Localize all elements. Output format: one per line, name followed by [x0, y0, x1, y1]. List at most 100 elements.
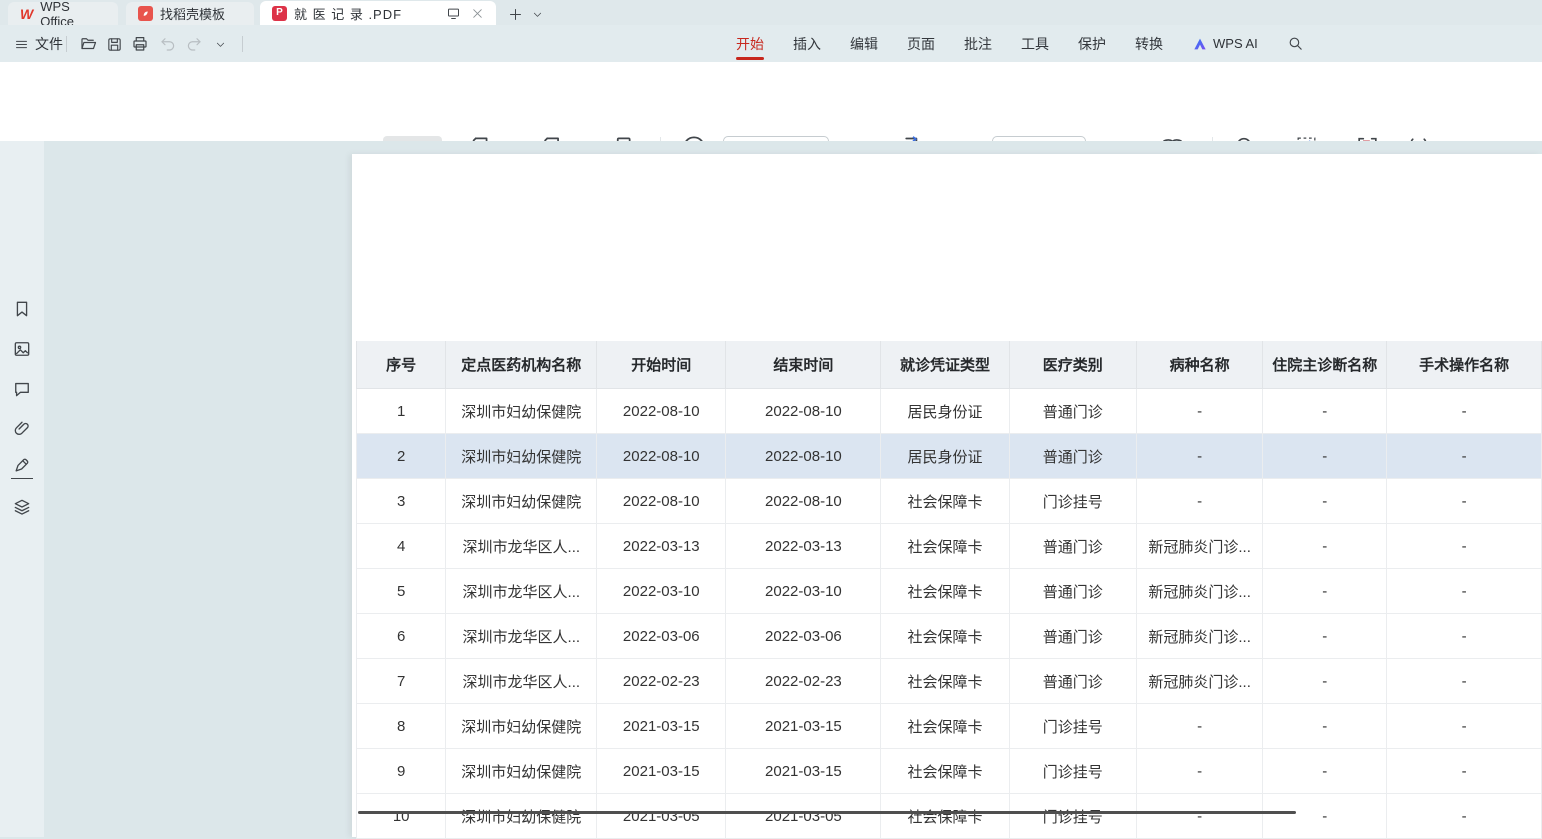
column-header: 就诊凭证类型	[881, 341, 1009, 389]
table-cell: 深圳市妇幼保健院	[446, 479, 597, 524]
table-row: 2深圳市妇幼保健院2022-08-102022-08-10居民身份证普通门诊--…	[357, 434, 1542, 479]
table-cell: 居民身份证	[881, 389, 1009, 434]
table-cell: 社会保障卡	[881, 704, 1009, 749]
table-cell: -	[1263, 389, 1387, 434]
wps-ai-label: WPS AI	[1213, 36, 1258, 51]
table-cell: 普通门诊	[1009, 434, 1137, 479]
table-cell: 门诊挂号	[1009, 479, 1137, 524]
table-cell: 2022-03-13	[726, 524, 881, 569]
table-cell: 2022-08-10	[726, 389, 881, 434]
table-cell: 新冠肺炎门诊...	[1137, 614, 1263, 659]
column-header: 结束时间	[726, 341, 881, 389]
table-row: 3深圳市妇幼保健院2022-08-102022-08-10社会保障卡门诊挂号--…	[357, 479, 1542, 524]
tab-page[interactable]: 页面	[907, 25, 935, 62]
table-cell: 1	[357, 389, 446, 434]
column-header: 手术操作名称	[1387, 341, 1542, 389]
table-body: 1深圳市妇幼保健院2022-08-102022-08-10居民身份证普通门诊--…	[357, 389, 1542, 839]
table-cell: 5	[357, 569, 446, 614]
table-cell: 7	[357, 659, 446, 704]
hamburger-icon	[14, 37, 29, 52]
chevron-down-icon	[532, 9, 543, 20]
table-cell: 2022-08-10	[726, 434, 881, 479]
bookmarks-icon[interactable]	[12, 299, 32, 319]
tab-protect[interactable]: 保护	[1078, 25, 1106, 62]
file-menu-label: 文件	[35, 34, 63, 54]
column-header: 序号	[357, 341, 446, 389]
table-cell: 新冠肺炎门诊...	[1137, 569, 1263, 614]
ribbon-toolbar: 手型 选择 W PDF转换 输出为图片 拆分合并	[0, 62, 1542, 142]
table-cell: 社会保障卡	[881, 524, 1009, 569]
table-cell: 9	[357, 749, 446, 794]
save-button[interactable]	[104, 34, 124, 54]
tab-convert[interactable]: 转换	[1135, 25, 1163, 62]
thumbnails-icon[interactable]	[12, 339, 32, 359]
cast-screen-icon[interactable]	[446, 6, 461, 21]
tab-list-button[interactable]	[526, 3, 548, 25]
table-cell: 2021-03-15	[726, 749, 881, 794]
table-cell: -	[1387, 704, 1542, 749]
tab-insert[interactable]: 插入	[793, 25, 821, 62]
tab-home[interactable]: 开始	[736, 25, 764, 62]
table-cell: 居民身份证	[881, 434, 1009, 479]
print-button[interactable]	[130, 34, 150, 54]
table-cell: 社会保障卡	[881, 569, 1009, 614]
table-row: 6深圳市龙华区人...2022-03-062022-03-06社会保障卡普通门诊…	[357, 614, 1542, 659]
table-cell: 3	[357, 479, 446, 524]
file-menu-button[interactable]: 文件	[10, 32, 67, 56]
tab-annotate[interactable]: 批注	[964, 25, 992, 62]
open-file-button[interactable]	[78, 34, 98, 54]
table-cell: -	[1263, 569, 1387, 614]
new-tab-button[interactable]	[504, 3, 526, 25]
layers-icon[interactable]	[12, 497, 32, 517]
table-cell: 2022-08-10	[726, 479, 881, 524]
table-cell: -	[1137, 389, 1263, 434]
tab-edit[interactable]: 编辑	[850, 25, 878, 62]
quick-access-more-button[interactable]	[210, 34, 230, 54]
table-cell: -	[1263, 659, 1387, 704]
table-cell: -	[1387, 749, 1542, 794]
undo-icon	[159, 35, 177, 53]
table-cell: 社会保障卡	[881, 614, 1009, 659]
tab-wps-home[interactable]: W WPS Office	[8, 2, 118, 25]
save-icon	[106, 36, 123, 53]
column-header: 住院主诊断名称	[1263, 341, 1387, 389]
table-cell: -	[1387, 479, 1542, 524]
tab-docer[interactable]: 找稻壳模板	[126, 2, 254, 25]
undo-button[interactable]	[158, 34, 178, 54]
divider	[242, 36, 243, 52]
comments-icon[interactable]	[12, 379, 32, 399]
table-cell: -	[1387, 794, 1542, 839]
table-cell: -	[1387, 569, 1542, 614]
table-cell: -	[1137, 749, 1263, 794]
attachment-icon[interactable]	[12, 419, 32, 439]
table-row: 10深圳市妇幼保健院2021-03-052021-03-05社会保障卡门诊挂号-…	[357, 794, 1542, 839]
redo-button[interactable]	[184, 34, 204, 54]
wps-ai-button[interactable]: WPS AI	[1192, 36, 1258, 52]
table-cell: 2022-08-10	[597, 389, 726, 434]
table-cell: -	[1387, 659, 1542, 704]
chevron-down-icon	[215, 39, 226, 50]
table-cell: -	[1137, 479, 1263, 524]
table-row: 9深圳市妇幼保健院2021-03-152021-03-15社会保障卡门诊挂号--…	[357, 749, 1542, 794]
tab-tools[interactable]: 工具	[1021, 25, 1049, 62]
table-cell: -	[1137, 434, 1263, 479]
table-cell: 深圳市龙华区人...	[446, 569, 597, 614]
table-cell: 深圳市妇幼保健院	[446, 704, 597, 749]
tab-document[interactable]: P 就 医 记 录 .PDF	[260, 1, 496, 25]
search-icon[interactable]	[1287, 35, 1304, 52]
ribbon-tabs: 开始 插入 编辑 页面 批注 工具 保护 转换 WPS AI	[736, 25, 1304, 62]
column-header: 医疗类别	[1009, 341, 1137, 389]
medical-records-table: 序号定点医药机构名称开始时间结束时间就诊凭证类型医疗类别病种名称住院主诊断名称手…	[356, 341, 1542, 839]
table-cell: 门诊挂号	[1009, 794, 1137, 839]
table-cell: -	[1137, 704, 1263, 749]
table-cell: 2022-02-23	[726, 659, 881, 704]
close-tab-icon[interactable]	[471, 7, 484, 20]
pdf-file-icon: P	[272, 6, 287, 21]
table-cell: 2021-03-15	[726, 704, 881, 749]
table-cell: 门诊挂号	[1009, 749, 1137, 794]
table-horizontal-scrollbar[interactable]	[358, 811, 1296, 814]
signature-pen-icon[interactable]	[12, 455, 32, 475]
wps-ai-icon	[1192, 36, 1208, 52]
table-cell: 社会保障卡	[881, 479, 1009, 524]
table-row: 4深圳市龙华区人...2022-03-132022-03-13社会保障卡普通门诊…	[357, 524, 1542, 569]
